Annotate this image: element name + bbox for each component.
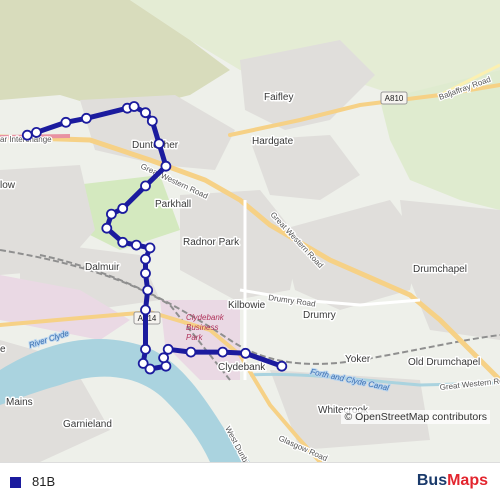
bus-stop-marker[interactable] xyxy=(153,138,165,150)
place-label: Parkhall xyxy=(155,199,191,210)
place-label: Old Drumchapel xyxy=(408,357,480,368)
bus-stop-marker[interactable] xyxy=(140,304,151,316)
place-label: Mains xyxy=(6,397,33,408)
bus-stop-marker[interactable] xyxy=(140,343,151,355)
park-label: Clydebank xyxy=(186,313,225,322)
bus-stop-marker[interactable] xyxy=(128,101,140,112)
bus-stop-marker[interactable] xyxy=(101,222,113,234)
place-label: e xyxy=(0,344,6,355)
road-shield: A810 xyxy=(380,91,408,105)
park-label: Business xyxy=(186,323,218,332)
place-label: Drumry xyxy=(303,310,336,321)
bus-stop-marker[interactable] xyxy=(81,112,92,124)
place-label: Yoker xyxy=(345,354,371,365)
bus-stop-marker[interactable] xyxy=(140,267,151,279)
svg-text:A810: A810 xyxy=(385,94,404,103)
bus-stop-marker[interactable] xyxy=(240,347,251,359)
route-label: 81B xyxy=(32,474,56,489)
bus-stop-marker[interactable] xyxy=(160,160,172,172)
logo-part-bus: Bus xyxy=(416,472,448,489)
bus-stop-marker[interactable] xyxy=(21,129,33,141)
bus-stop-marker[interactable] xyxy=(158,352,170,364)
place-label: Drumchapel xyxy=(413,264,467,275)
route-color-swatch xyxy=(10,477,21,488)
park-label: Park xyxy=(186,333,203,342)
map-attribution[interactable]: © OpenStreetMap contributors xyxy=(341,410,490,424)
place-label: Radnor Park xyxy=(183,237,240,248)
bus-stop-marker[interactable] xyxy=(144,242,156,254)
place-label: Hardgate xyxy=(252,136,294,147)
bus-stop-marker[interactable] xyxy=(117,236,129,248)
bus-stop-marker[interactable] xyxy=(146,115,158,127)
bus-stop-marker[interactable] xyxy=(130,239,142,251)
bus-stop-marker[interactable] xyxy=(144,363,156,375)
legend-bar: 81B BusMaps xyxy=(0,462,500,501)
place-label: Garnieland xyxy=(63,419,112,430)
bus-stop-marker[interactable] xyxy=(31,126,42,138)
bus-stop-marker[interactable] xyxy=(142,284,154,296)
bus-stop-marker[interactable] xyxy=(185,346,197,358)
place-label: Clydebank xyxy=(218,362,266,373)
bus-stop-marker[interactable] xyxy=(106,208,117,220)
place-label: Dalmuir xyxy=(85,262,120,273)
bus-stop-marker[interactable] xyxy=(140,180,151,192)
busmaps-logo[interactable]: BusMaps xyxy=(417,472,488,490)
bus-stop-marker[interactable] xyxy=(60,116,72,128)
bus-stop-marker[interactable] xyxy=(276,360,288,372)
bus-stop-marker[interactable] xyxy=(140,107,151,119)
map-view[interactable]: DuntocherFaifleyHardgateParkhallRadnor P… xyxy=(0,0,500,462)
bus-stop-marker[interactable] xyxy=(117,203,129,214)
bus-stop-marker[interactable] xyxy=(217,346,229,358)
map-canvas[interactable]: DuntocherFaifleyHardgateParkhallRadnor P… xyxy=(0,0,500,462)
place-label: Faifley xyxy=(264,92,293,103)
place-label: Kilbowie xyxy=(228,300,266,311)
bus-stop-marker[interactable] xyxy=(140,253,151,265)
place-label: low xyxy=(0,180,16,191)
logo-part-maps: Maps xyxy=(447,472,488,489)
bus-stop-marker[interactable] xyxy=(162,343,174,355)
